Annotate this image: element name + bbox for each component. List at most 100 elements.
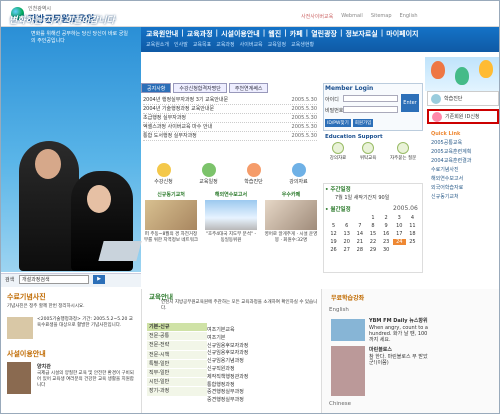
course-item[interactable]: 중견행정실무과정 — [207, 397, 317, 405]
course-category[interactable]: 전문-전략 — [147, 341, 207, 351]
course-item[interactable]: 여조기본 — [207, 335, 317, 343]
subnav-item[interactable]: 사이버교육 — [240, 41, 263, 48]
calendar-day[interactable]: 8 — [366, 223, 379, 229]
subnav-item[interactable]: 교육목표 — [193, 41, 211, 48]
chinese-headline[interactable]: 마린블로스 — [369, 346, 392, 353]
course-item[interactable]: 여조기본교육 — [207, 327, 317, 335]
calendar-day[interactable]: 21 — [353, 239, 366, 245]
calendar-day[interactable]: 4 — [406, 215, 419, 221]
notice-item[interactable]: 2004년 행정실무자과정 3기 교육안내문 2005.5.30 — [143, 96, 317, 105]
nav-item-forum[interactable]: 열린광장 — [311, 29, 337, 39]
english-image[interactable] — [331, 319, 365, 341]
calendar-day[interactable]: 25 — [406, 239, 419, 245]
register-button[interactable]: 회원가입 — [352, 119, 374, 127]
nav-item-mypage[interactable]: 마이페이지 — [386, 29, 418, 39]
notice-item[interactable]: 엑셀스과정 사이버교육 마수 안내 2005.5.30 — [143, 123, 317, 132]
notice-title[interactable]: 통합 도서행정 실무자과정 — [143, 132, 197, 140]
quick-link-item[interactable]: 2005공통교육 — [431, 139, 499, 148]
calendar-day[interactable]: 10 — [393, 223, 406, 229]
thumb-overseas[interactable]: 해외연수보고서 "호주4대국 지도부 분석" -동일동위원 — [204, 191, 258, 271]
support-lecture[interactable]: 강의자료 — [330, 142, 346, 161]
calendar-day[interactable]: 9 — [380, 223, 393, 229]
course-item[interactable]: 중견행정실무과정 — [207, 389, 317, 397]
calendar-day[interactable]: 18 — [406, 231, 419, 237]
thumb-new-staff[interactable]: 신규동기교처 퍼 주동~8월의 경 자전거정부를 위한 지역정보 네트워크 — [144, 191, 198, 271]
calendar-day[interactable]: 11 — [406, 223, 419, 229]
notice-item[interactable]: 2004년 기술행정과정 교육안내문 2005.5.30 — [143, 105, 317, 114]
calendar-day[interactable]: 24 — [392, 239, 406, 245]
notice-title[interactable]: 엑셀스과정 사이버교육 마수 안내 — [143, 123, 212, 131]
calendar-day[interactable]: 28 — [353, 247, 366, 253]
subnav-item[interactable]: 교육일정 — [268, 41, 286, 48]
nav-item-resources[interactable]: 정보자료실 — [346, 29, 378, 39]
calendar-day[interactable]: 2 — [380, 215, 393, 221]
calendar-day[interactable]: 22 — [366, 239, 379, 245]
quick-diagnosis[interactable]: 학습진단 — [244, 163, 263, 185]
quick-link-item[interactable]: 신규동기교처 — [431, 193, 499, 202]
course-item[interactable]: 신규직원과정 — [207, 366, 317, 374]
notice-title[interactable]: 초급행정 실무자과정 — [143, 114, 186, 122]
course-category[interactable]: 시민-일반 — [147, 378, 207, 388]
calendar-day[interactable]: 13 — [340, 231, 353, 237]
top-link-english[interactable]: English — [400, 13, 418, 20]
quick-materials[interactable]: 강의자료 — [289, 163, 308, 185]
quick-schedule[interactable]: 교육일정 — [199, 163, 218, 185]
quick-link-item[interactable]: 2005교육훈련계획 — [431, 148, 499, 157]
course-category[interactable]: 특별-일반 — [147, 359, 207, 370]
id-field[interactable] — [343, 95, 398, 102]
course-category[interactable]: 기본-신규 — [147, 323, 207, 333]
subnav-item[interactable]: 교육생현황 — [291, 41, 314, 48]
password-field[interactable] — [343, 106, 398, 113]
calendar-day[interactable]: 6 — [340, 223, 353, 229]
calendar-day[interactable]: 17 — [393, 231, 406, 237]
calendar-day[interactable]: 14 — [353, 231, 366, 237]
calendar-day[interactable]: 16 — [380, 231, 393, 237]
course-category[interactable]: 전문-시책 — [147, 350, 207, 360]
calendar-day[interactable]: 23 — [380, 239, 393, 245]
top-link-sitemap[interactable]: Sitemap — [371, 13, 392, 20]
calendar-day[interactable]: 1 — [366, 215, 379, 221]
calendar-day[interactable]: 5 — [327, 223, 340, 229]
calendar-day[interactable]: 3 — [393, 215, 406, 221]
notice-title[interactable]: 2004년 행정실무자과정 3기 교육안내문 — [143, 96, 228, 104]
graduation-photo-image[interactable] — [7, 317, 33, 339]
nav-item-cafe[interactable]: 카페 — [290, 29, 303, 39]
chinese-image[interactable] — [331, 346, 365, 396]
calendar-day[interactable]: 7 — [353, 223, 366, 229]
nav-item-courses[interactable]: 교육과정 — [187, 29, 213, 39]
quick-link-item[interactable]: 2004교육훈련결과 — [431, 157, 499, 166]
calendar-day[interactable]: 29 — [366, 247, 379, 253]
quick-link-item[interactable]: 수료기념사진 — [431, 166, 499, 175]
course-category[interactable]: 직무-일반 — [147, 369, 207, 379]
subnav-item[interactable]: 인사말 — [174, 41, 188, 48]
login-button[interactable]: Enter — [401, 94, 419, 112]
quick-link-item[interactable]: 해외연수보고서 — [431, 175, 499, 184]
english-headline[interactable]: YBM FM Daily 뉴스항위 — [369, 317, 428, 324]
support-faq[interactable]: 자주묻는 질문 — [390, 142, 416, 161]
course-item[interactable]: 제작직책행정관과정 — [207, 374, 317, 382]
top-link-webmail[interactable]: Webmail — [341, 13, 363, 20]
calendar-day[interactable]: 27 — [340, 247, 353, 253]
subnav-item[interactable]: 교육원소개 — [146, 41, 169, 48]
calendar-day[interactable]: 30 — [380, 247, 393, 253]
nav-item-facilities[interactable]: 시설이용안내 — [221, 29, 260, 39]
top-link-cyber[interactable]: 사전사이버교육 — [301, 13, 333, 20]
course-category[interactable]: 전문-공통 — [147, 332, 207, 342]
calendar-day[interactable]: 12 — [327, 231, 340, 237]
thumb-cafe[interactable]: 우수카페 영어로 알게주게 · 시설 운영봉 · 회원수:32명 — [264, 191, 318, 271]
notice-title[interactable]: 2004년 기술행정과정 교육안내문 — [143, 105, 214, 113]
notice-item[interactable]: 초급행정 실무자과정 2005.5.30 — [143, 114, 317, 123]
search-button[interactable]: ▶ — [93, 275, 105, 284]
course-category[interactable]: 장기-과정 — [147, 387, 207, 397]
calendar-day[interactable]: 26 — [327, 247, 340, 253]
course-item[interactable]: 신규임용기념과정 — [207, 358, 317, 366]
tab-notice[interactable]: 공지사항 — [141, 83, 172, 93]
support-consign[interactable]: 위탁교육 — [360, 142, 376, 161]
tab-related[interactable]: 주천연계쎄스 — [228, 83, 269, 93]
find-id-pw-button[interactable]: ID/PW찾기 — [325, 119, 351, 127]
learning-diagnosis-button[interactable]: 학습진단 — [427, 91, 499, 106]
course-search-select[interactable]: 개설과정검색 — [19, 275, 89, 284]
graduation-photo-title[interactable]: 수료기념사진 — [7, 292, 46, 302]
notice-item[interactable]: 통합 도서행정 실무자과정 2005.5.30 — [143, 132, 317, 141]
calendar-day[interactable]: 20 — [340, 239, 353, 245]
